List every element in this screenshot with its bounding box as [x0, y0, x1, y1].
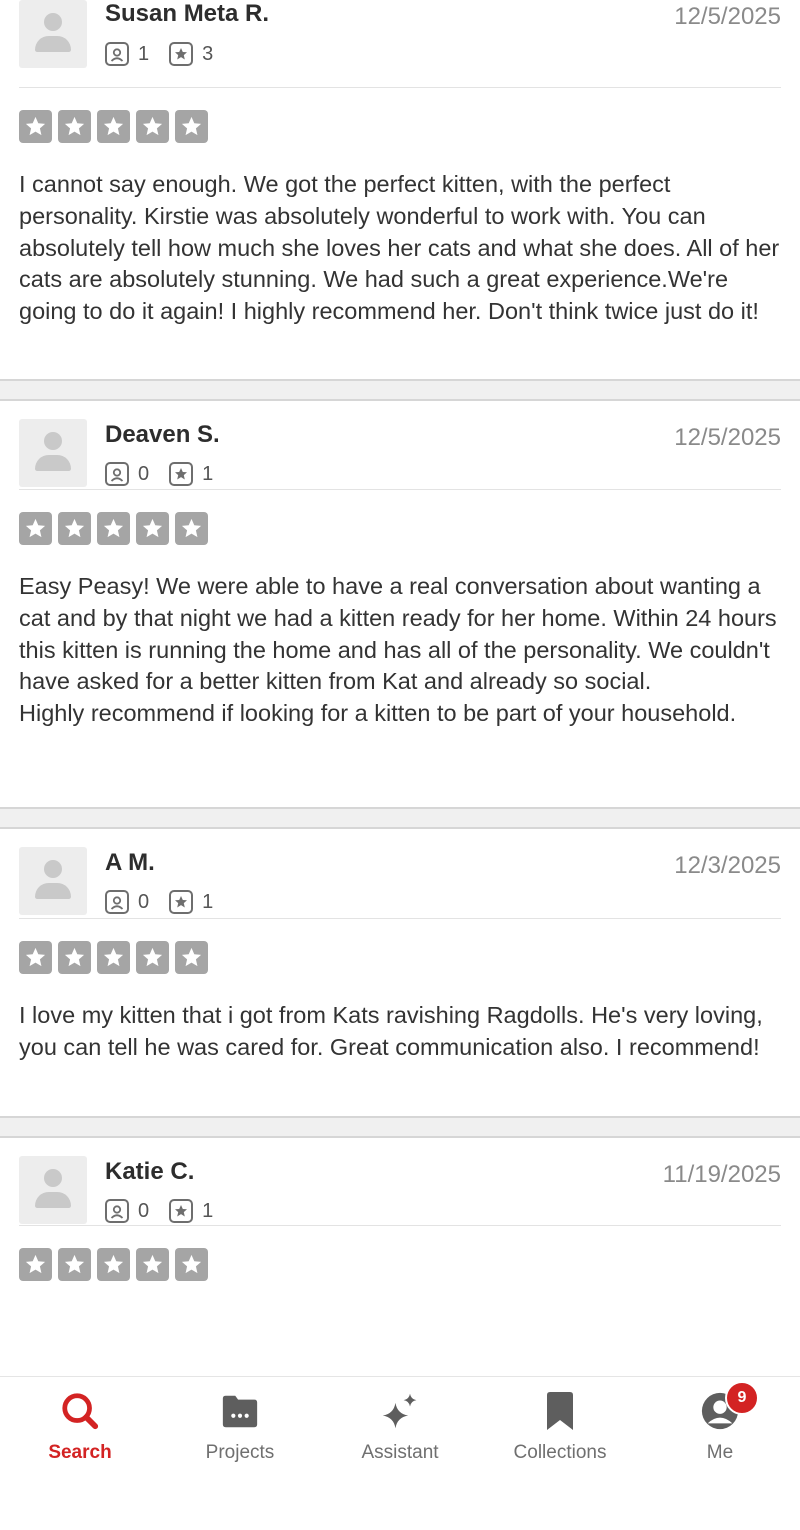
tab-projects[interactable]: Projects [160, 1377, 320, 1487]
reviewer-name[interactable]: Katie C. [105, 1158, 194, 1186]
photo-icon [105, 462, 129, 486]
star-icon [175, 512, 208, 545]
reviewer-stats: 0 1 [105, 461, 233, 487]
review-text: Easy Peasy! We were able to have a real … [19, 573, 777, 727]
review-header: A M. 12/3/2025 0 1 [19, 829, 781, 919]
avatar[interactable] [19, 1156, 87, 1224]
star-icon [19, 941, 52, 974]
review-item: Deaven S. 12/5/2025 0 1 Easy Peasy! We w… [0, 401, 800, 795]
star-icon [97, 941, 130, 974]
review-count-icon [169, 462, 194, 486]
review-count: 1 [202, 463, 214, 485]
photo-icon [105, 890, 129, 914]
bottom-tab-bar: Search Projects Assistant Collections 9 [0, 1376, 800, 1530]
review-date: 12/5/2025 [674, 3, 781, 30]
photo-count: 0 [138, 891, 150, 913]
photo-count: 0 [138, 1200, 150, 1222]
bookmark-icon [540, 1389, 580, 1433]
star-rating [19, 941, 781, 974]
review-count-icon [169, 42, 194, 66]
review-feed[interactable]: Susan Meta R. 12/5/2025 1 3 I cannot say… [0, 0, 800, 1376]
reviewer-name[interactable]: A M. [105, 849, 155, 877]
star-icon [97, 1248, 130, 1281]
tab-search[interactable]: Search [0, 1377, 160, 1487]
briefcase-icon [220, 1389, 260, 1433]
reviewer-stats: 0 1 [105, 889, 233, 915]
review-count: 1 [202, 891, 214, 913]
reviewer-stats: 0 1 [105, 1198, 233, 1224]
review-date: 12/3/2025 [674, 852, 781, 879]
tab-label: Me [706, 1442, 734, 1463]
tab-label: Collections [513, 1442, 607, 1463]
sparkle-icon [380, 1389, 420, 1433]
star-icon [58, 1248, 91, 1281]
star-icon [58, 512, 91, 545]
tab-assistant[interactable]: Assistant [320, 1377, 480, 1487]
avatar[interactable] [19, 847, 87, 915]
reviewer-name[interactable]: Susan Meta R. [105, 0, 269, 28]
star-icon [58, 110, 91, 143]
review-text: I love my kitten that i got from Kats ra… [19, 1002, 763, 1060]
star-icon [97, 110, 130, 143]
divider [0, 1116, 800, 1138]
review-text: I cannot say enough. We got the perfect … [19, 171, 780, 325]
review-header: Katie C. 11/19/2025 0 1 [19, 1138, 781, 1226]
star-icon [19, 110, 52, 143]
review-date: 11/19/2025 [662, 1161, 781, 1188]
tab-collections[interactable]: Collections [480, 1377, 640, 1487]
reviewer-stats: 1 3 [105, 41, 233, 67]
photo-count: 1 [138, 43, 150, 65]
tab-label: Projects [205, 1442, 275, 1463]
star-icon [175, 941, 208, 974]
star-icon [175, 1248, 208, 1281]
star-rating [19, 1248, 781, 1281]
search-icon [60, 1389, 100, 1433]
star-rating [19, 512, 781, 545]
notification-badge: 9 [725, 1381, 759, 1415]
review-item: A M. 12/3/2025 0 1 I love my kitten that… [0, 829, 800, 1096]
photo-icon [105, 42, 129, 66]
tab-label: Search [48, 1442, 112, 1463]
star-icon [19, 1248, 52, 1281]
app-screen: Susan Meta R. 12/5/2025 1 3 I cannot say… [0, 0, 800, 1530]
star-icon [58, 941, 91, 974]
review-item: Katie C. 11/19/2025 0 1 [0, 1138, 800, 1281]
star-icon [136, 1248, 169, 1281]
avatar[interactable] [19, 0, 87, 68]
tab-label: Assistant [361, 1442, 439, 1463]
divider [0, 379, 800, 401]
review-count-icon [169, 1199, 194, 1223]
avatar[interactable] [19, 419, 87, 487]
reviewer-name[interactable]: Deaven S. [105, 421, 220, 449]
review-count: 1 [202, 1200, 214, 1222]
review-header: Deaven S. 12/5/2025 0 1 [19, 401, 781, 490]
star-icon [97, 512, 130, 545]
review-count: 3 [202, 43, 214, 65]
review-date: 12/5/2025 [674, 424, 781, 451]
tab-me[interactable]: 9 Me [640, 1377, 800, 1487]
star-icon [136, 110, 169, 143]
photo-icon [105, 1199, 129, 1223]
review-header: Susan Meta R. 12/5/2025 1 3 [19, 0, 781, 88]
star-rating [19, 110, 781, 143]
star-icon [136, 512, 169, 545]
review-item: Susan Meta R. 12/5/2025 1 3 I cannot say… [0, 0, 800, 361]
star-icon [136, 941, 169, 974]
review-count-icon [169, 890, 194, 914]
star-icon [175, 110, 208, 143]
divider [0, 807, 800, 829]
photo-count: 0 [138, 463, 150, 485]
star-icon [19, 512, 52, 545]
